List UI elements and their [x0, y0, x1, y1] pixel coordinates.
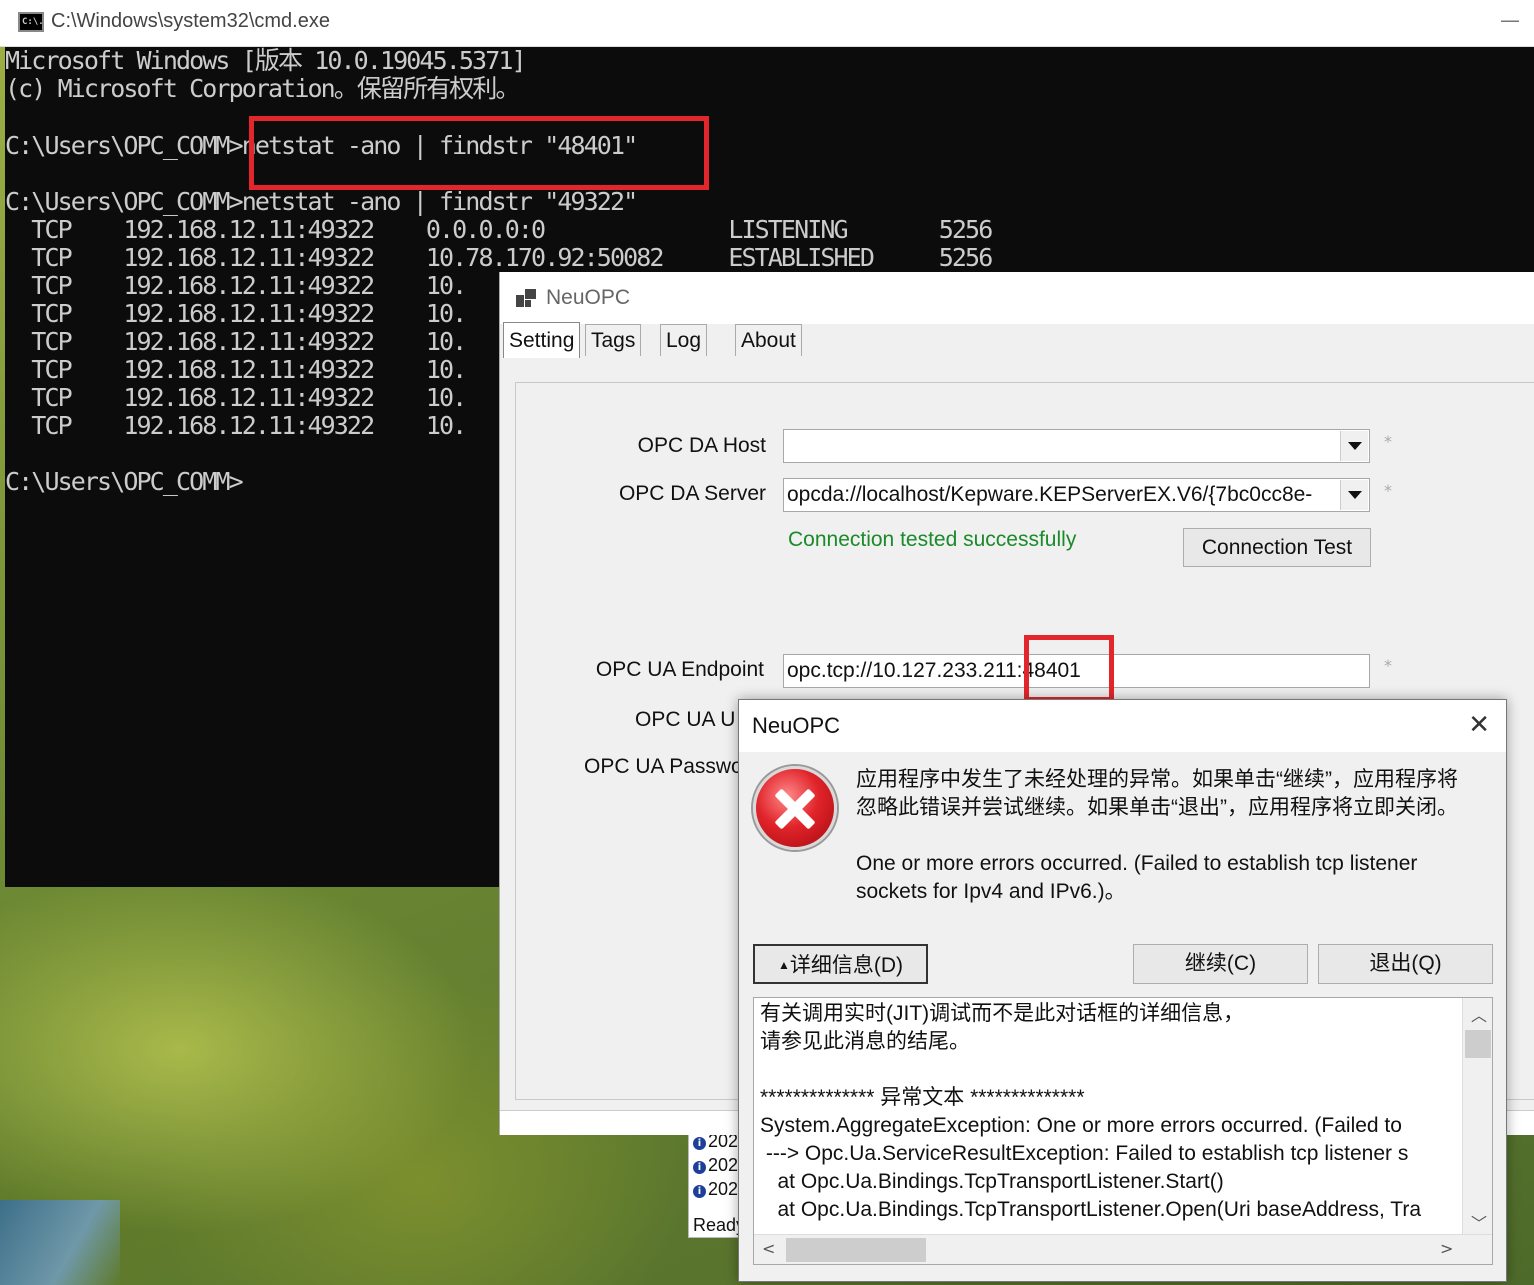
tab-log[interactable]: Log: [660, 324, 708, 356]
log-entry: i 202: [693, 1179, 738, 1200]
scroll-up-icon[interactable]: ︿: [1471, 1002, 1487, 1026]
required-mark: *: [1384, 481, 1392, 500]
console-line: TCP 192.168.12.11:49322 10.: [5, 271, 467, 300]
error-message-cn: 应用程序中发生了未经处理的异常。如果单击“继续”，应用程序将: [856, 768, 1458, 791]
error-icon: [753, 766, 837, 850]
error-message-en: One or more errors occurred. (Failed to …: [856, 852, 1418, 875]
highlight-box-port: [1024, 635, 1114, 702]
vertical-scrollbar[interactable]: ︿ ﹀: [1462, 998, 1492, 1236]
details-line: at Opc.Ua.Bindings.TcpTransportListener.…: [760, 1198, 1422, 1221]
error-message-en: sockets for Ipv4 and IPv6.)。: [856, 880, 1126, 903]
horizontal-scrollbar[interactable]: < >: [754, 1234, 1492, 1264]
details-line: 请参见此消息的结尾。: [760, 1030, 970, 1053]
console-line: (c) Microsoft Corporation。保留所有权利。: [5, 74, 520, 103]
info-icon: i: [693, 1185, 706, 1198]
dialog-title: NeuOPC: [752, 713, 841, 738]
scroll-right-icon[interactable]: >: [1440, 1239, 1453, 1258]
info-icon: i: [693, 1161, 706, 1174]
details-button[interactable]: ▲详细信息(D): [753, 944, 928, 984]
neuopc-titlebar[interactable]: NeuOPC: [500, 272, 1534, 324]
info-icon: i: [693, 1137, 706, 1150]
quit-button[interactable]: 退出(Q): [1318, 944, 1493, 984]
close-icon[interactable]: ✕: [1468, 710, 1490, 740]
continue-button[interactable]: 继续(C): [1133, 944, 1308, 984]
highlight-box-command: [249, 116, 709, 190]
scroll-left-icon[interactable]: <: [762, 1239, 775, 1258]
log-entry: i 202: [693, 1155, 738, 1176]
console-line: TCP 192.168.12.11:49322 10.: [5, 355, 467, 384]
vertical-scroll-thumb[interactable]: [1465, 1030, 1491, 1058]
opc-da-server-select[interactable]: opcda://localhost/Kepware.KEPServerEX.V6…: [783, 478, 1370, 512]
details-line: System.AggregateException: One or more e…: [760, 1114, 1402, 1137]
details-line: ************** 异常文本 **************: [760, 1086, 1085, 1109]
details-line: at Opc.Ua.Bindings.TcpTransportListener.…: [760, 1170, 1224, 1193]
opc-da-host-label: OPC DA Host: [637, 434, 766, 457]
tab-setting[interactable]: Setting: [503, 322, 581, 358]
opc-da-server-label: OPC DA Server: [618, 482, 766, 505]
tab-about[interactable]: About: [735, 324, 802, 356]
cmd-window-title: C:\Windows\system32\cmd.exe: [51, 10, 330, 32]
minimize-icon[interactable]: —: [1500, 8, 1520, 32]
required-mark: *: [1384, 656, 1392, 675]
details-line: ---> Opc.Ua.ServiceResultException: Fail…: [760, 1142, 1409, 1165]
connection-status: Connection tested successfully: [788, 528, 1077, 551]
console-line: TCP 192.168.12.11:49322 0.0.0.0:0 LISTEN…: [5, 215, 993, 244]
cmd-titlebar[interactable]: C:\. C:\Windows\system32\cmd.exe —: [0, 0, 1534, 47]
scroll-down-icon[interactable]: ﹀: [1471, 1210, 1487, 1234]
console-line: TCP 192.168.12.11:49322 10.: [5, 327, 467, 356]
cmd-icon: C:\.: [18, 12, 44, 32]
console-line: TCP 192.168.12.11:49322 10.: [5, 411, 467, 440]
app-icon: [516, 289, 536, 307]
console-line: C:\Users\OPC_COMM>: [5, 467, 244, 496]
connection-test-button[interactable]: Connection Test: [1183, 528, 1371, 567]
console-line: TCP 192.168.12.11:49322 10.: [5, 299, 467, 328]
details-textbox[interactable]: 有关调用实时(JIT)调试而不是此对话框的详细信息， 请参见此消息的结尾。 **…: [753, 997, 1493, 1265]
required-mark: *: [1384, 432, 1392, 451]
opc-ua-user-label: OPC UA U: [635, 708, 736, 731]
error-dialog[interactable]: NeuOPC ✕ 应用程序中发生了未经处理的异常。如果单击“继续”，应用程序将 …: [738, 699, 1507, 1282]
opc-ua-password-label: OPC UA Passwo: [584, 755, 743, 778]
console-line: TCP 192.168.12.11:49322 10.: [5, 383, 467, 412]
details-line: 有关调用实时(JIT)调试而不是此对话框的详细信息，: [760, 1002, 1245, 1025]
tab-tags[interactable]: Tags: [585, 324, 642, 356]
horizontal-scroll-thumb[interactable]: [786, 1238, 926, 1262]
opc-ua-endpoint-label: OPC UA Endpoint: [595, 658, 764, 681]
tab-strip: Setting Tags Log About: [500, 322, 1534, 358]
triangle-up-icon: ▲: [777, 958, 790, 972]
neuopc-window-title: NeuOPC: [546, 286, 631, 309]
error-message-cn: 忽略此错误并尝试继续。如果单击“退出”，应用程序将立即关闭。: [856, 796, 1458, 819]
chevron-down-icon[interactable]: [1340, 431, 1368, 461]
console-line: TCP 192.168.12.11:49322 10.78.170.92:500…: [5, 243, 993, 272]
desktop-sea: [0, 1200, 120, 1285]
opc-da-host-select[interactable]: [783, 429, 1370, 463]
dialog-titlebar[interactable]: NeuOPC ✕: [739, 700, 1506, 752]
chevron-down-icon[interactable]: [1340, 480, 1368, 510]
console-line: Microsoft Windows [版本 10.0.19045.5371]: [5, 46, 527, 75]
console-line: C:\Users\OPC_COMM>netstat -ano | findstr…: [5, 187, 638, 216]
